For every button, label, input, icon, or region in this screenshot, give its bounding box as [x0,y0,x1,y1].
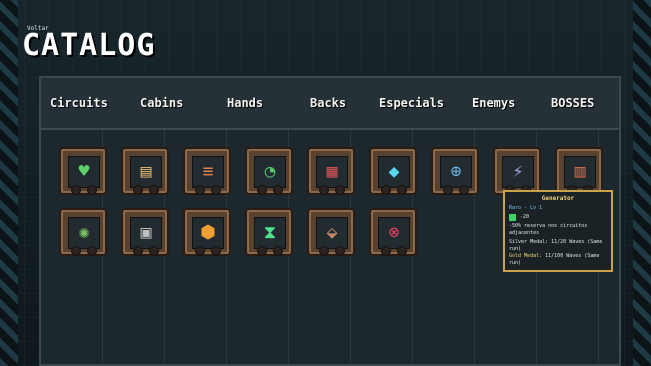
tab-hands[interactable]: Hands [227,96,263,110]
item-screen: ◆ [378,156,410,188]
socket-icon [319,246,329,256]
catalog-item[interactable]: ▤ [121,147,169,195]
socket-icon [335,246,345,256]
tooltip-silver-medal: Silver Medal: 11/20 Waves (Same run) [509,239,603,252]
socket-icon [71,185,81,195]
item-screen: ⧗ [254,217,286,249]
socket-icon [335,185,345,195]
tab-bosses[interactable]: BOSSES [551,96,594,110]
tab-cabins[interactable]: Cabins [140,96,183,110]
socket-icon [273,246,283,256]
socket-icon [149,185,159,195]
socket-icon [459,185,469,195]
socket-icon [273,185,283,195]
generator-icon: ⚡ [512,161,524,182]
right-hazard-stripe [633,0,651,366]
socket-icon [257,246,267,256]
tooltip-description: -50% reserva nos circuitos adjacentes [509,223,588,236]
catalog-item[interactable]: ◔ [245,147,293,195]
item-tooltip: Generator Raro - Lv 1 -20 -50% reserva n… [503,190,613,272]
catalog-item[interactable]: ≡ [183,147,231,195]
socket-icon [319,185,329,195]
item-screen: ♥ [68,156,100,188]
catalog-item[interactable]: ⬢ [183,208,231,256]
item-screen: ✺ [68,217,100,249]
energy-icon [509,214,516,221]
tab-especials[interactable]: Especials [379,96,444,110]
weight-chip-icon: ▣ [140,222,152,243]
tooltip-gold-label: Gold Medal: [509,253,543,259]
socket-icon [381,185,391,195]
item-screen: ⊗ [378,217,410,249]
catalog-item[interactable]: ⚡ [493,147,541,195]
armor-plate-icon: ⬙ [326,222,338,243]
crystal-core-icon: ◆ [388,161,400,182]
socket-icon [195,185,205,195]
socket-icon [211,185,221,195]
item-screen: ≡ [192,156,224,188]
radar-icon: ◔ [264,161,276,182]
crosshair-chip-icon: ⊗ [388,222,400,243]
socket-icon [257,185,267,195]
item-screen: ⊕ [440,156,472,188]
catalog-item[interactable]: ▣ [121,208,169,256]
item-screen: ⬙ [316,217,348,249]
catalog-item[interactable]: ◆ [369,147,417,195]
socket-icon [443,185,453,195]
socket-icon [397,185,407,195]
tooltip-title: Generator [541,195,575,202]
item-screen: ▣ [130,217,162,249]
catalog-item[interactable]: ▥ [555,147,603,195]
socket-icon [195,246,205,256]
socket-icon [133,185,143,195]
grate-icon: ▥ [574,161,586,182]
socket-icon [397,246,407,256]
socket-icon [71,246,81,256]
page-title: CATALOG [22,28,156,63]
socket-icon [87,246,97,256]
target-chip-icon: ⊕ [450,161,462,182]
socket-icon [87,185,97,195]
tab-enemys[interactable]: Enemys [472,96,515,110]
item-screen: ▥ [564,156,596,188]
item-screen: ▤ [130,156,162,188]
battery-rack-icon: ≡ [202,161,214,182]
socket-icon [381,246,391,256]
catalog-item[interactable]: ✺ [59,208,107,256]
item-screen: ⬢ [192,217,224,249]
catalog-item[interactable]: ⧗ [245,208,293,256]
book-chip-icon: ▤ [140,161,152,182]
socket-icon [133,246,143,256]
tab-backs[interactable]: Backs [310,96,346,110]
catalog-item[interactable]: ⬙ [307,208,355,256]
catalog-item[interactable]: ♥ [59,147,107,195]
catalog-item[interactable]: ⊗ [369,208,417,256]
socket-icon [211,246,221,256]
tooltip-rarity: Raro - Lv 1 [509,205,543,211]
tooltip-stat: -20 [520,214,530,220]
fan-icon: ✺ [78,222,90,243]
hourglass-icon: ⧗ [263,222,277,243]
tab-circuits[interactable]: Circuits [50,96,108,110]
left-hazard-stripe [0,0,18,366]
catalog-item[interactable]: ⊕ [431,147,479,195]
socket-icon [149,246,159,256]
item-screen: ⚡ [502,156,534,188]
tab-bar: Circuits Cabins Hands Backs Especials En… [41,78,619,130]
catalog-item[interactable]: ▦ [307,147,355,195]
circuit-chip-icon: ♥ [78,161,90,182]
item-screen: ▦ [316,156,348,188]
control-panel-icon: ▦ [326,161,338,182]
item-screen: ◔ [254,156,286,188]
hex-core-icon: ⬢ [200,222,216,243]
